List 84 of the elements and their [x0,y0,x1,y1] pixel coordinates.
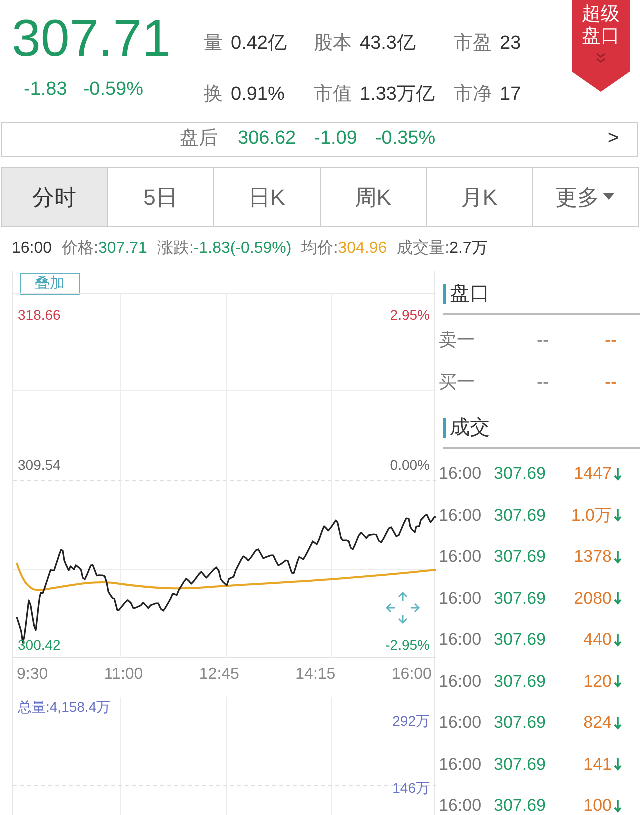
trade-time: 16:00 [439,629,483,651]
order-volume: -- [605,370,617,394]
trade-volume: 1447 [573,463,613,485]
order-level-label: 卖一 [439,328,476,352]
expand-arrows-icon[interactable] [385,591,421,625]
down-arrow-icon [614,508,622,522]
order-level-label: 买一 [439,370,476,394]
stat-label: 市值 [314,82,352,106]
caret-down-icon [603,193,616,201]
base-percent-label: 0.00% [390,456,430,475]
stat-value: 0.42亿 [231,32,287,56]
trade-time: 16:00 [439,463,483,485]
trade-volume: 2080 [573,588,613,610]
trade-price: 307.69 [494,712,547,734]
trade-price: 307.69 [494,629,547,651]
high-price-label: 318.66 [18,306,61,325]
down-arrow-icon [614,632,622,647]
info-item: 价格:307.71 [62,239,148,259]
trade-time: 16:00 [439,588,483,610]
trade-volume: 1378 [573,546,613,568]
stat-label: 量 [204,32,223,56]
info-item: 涨跌:-1.83(-0.59%) [157,239,292,259]
trade-volume: 1.0万 [570,504,613,526]
trade-volume: 440 [582,629,613,651]
time-axis-label: 9:30 [17,665,48,685]
trade-price: 307.69 [494,754,547,776]
down-arrow-icon [614,798,622,813]
chart-tab[interactable]: 分时 [2,168,108,226]
trade-price: 307.69 [494,795,547,815]
down-arrow-icon [614,757,622,772]
trade-time: 16:00 [439,795,483,815]
stat-label: 股本 [314,32,352,56]
low-price-label: 300.42 [18,636,61,655]
trade-volume: 824 [582,712,613,734]
low-percent-label: -2.95% [386,636,430,655]
stat-label: 换 [204,82,223,106]
order-price: -- [537,370,550,394]
trade-time: 16:00 [439,712,483,734]
down-arrow-icon [614,466,622,481]
volume-tick-label: 146万 [392,779,430,798]
trade-price: 307.69 [494,504,547,526]
stat-value: 1.33万亿 [360,82,435,106]
stat-value: 0.91% [231,82,285,106]
info-item: 均价:304.96 [302,239,388,259]
down-arrow-icon [614,550,622,564]
trade-time: 16:00 [439,670,483,692]
info-item: 成交量:2.7万 [397,238,488,259]
time-axis-label: 16:00 [392,665,432,685]
time-axis-label: 14:15 [296,665,336,685]
super-panel-badge[interactable]: 超级 盘口 [572,0,630,92]
double-chevron-icon [595,52,607,64]
after-hours-bar[interactable]: 盘后 306.62 -1.09 -0.35% > [1,122,638,157]
section-title: 盘口 [450,282,490,307]
down-arrow-icon [614,716,622,730]
trade-volume: 100 [582,795,613,815]
trade-price: 307.69 [494,463,547,485]
trade-volume: 120 [582,670,613,692]
base-price-label: 309.54 [18,456,61,475]
stat-value: 23 [500,32,522,56]
trade-time: 16:00 [439,754,483,776]
trade-price: 307.69 [494,546,547,568]
volume-tick-label: 292万 [392,712,430,731]
stock-price: 307.71 [12,9,172,70]
order-volume: -- [605,328,617,352]
down-arrow-icon [614,591,622,606]
trade-time: 16:00 [439,546,483,568]
order-price: -- [537,328,550,352]
section-title: 成交 [450,416,490,441]
trade-volume: 141 [582,754,613,776]
stat-value: 17 [500,82,522,106]
info-time: 16:00 [12,239,52,259]
price-change: -1.83 [24,78,68,102]
time-axis-label: 12:45 [199,665,240,685]
trade-price: 307.69 [494,670,547,692]
price-change-percent: -0.59% [83,78,144,102]
time-axis-label: 11:00 [104,665,144,685]
stat-label: 市净 [454,82,492,106]
stat-label: 市盈 [454,32,492,56]
stat-value: 43.3亿 [360,32,416,56]
high-percent-label: 2.95% [390,306,430,325]
trade-price: 307.69 [494,588,547,610]
volume-total: 总量:4,158.4万 [18,698,111,717]
down-arrow-icon [614,674,622,688]
trade-time: 16:00 [439,504,483,526]
